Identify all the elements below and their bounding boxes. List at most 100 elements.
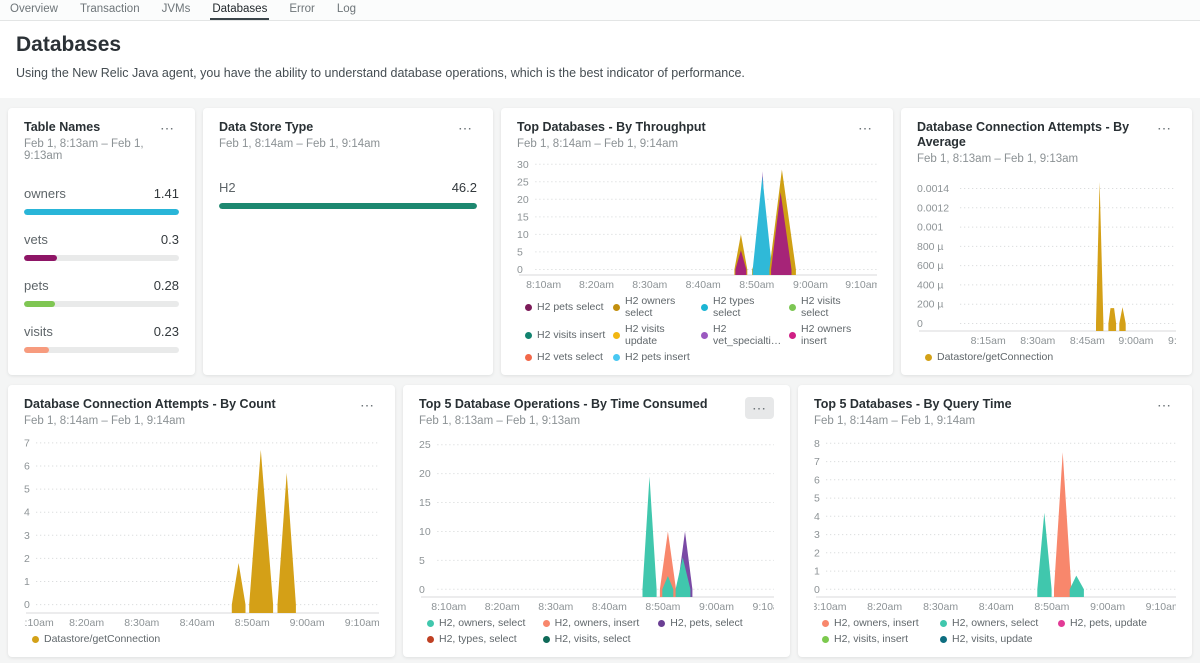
chart-legend: H2 pets select H2 owners select H2 types s… <box>517 295 877 363</box>
legend-item[interactable]: Datastore/getConnection <box>32 633 166 645</box>
svg-text:9:00am: 9:00am <box>1090 601 1125 613</box>
legend-dot-icon <box>940 636 947 643</box>
page-description: Using the New Relic Java agent, you have… <box>16 66 1184 80</box>
legend-label: Datastore/getConnection <box>44 633 160 645</box>
legend-dot-icon <box>789 332 796 339</box>
bar-track <box>24 301 179 307</box>
bar-value: 46.2 <box>452 180 477 195</box>
legend-dot-icon <box>940 620 947 627</box>
legend-dot-icon <box>525 354 532 361</box>
bar-list: H246.2 <box>219 180 477 209</box>
card-menu-icon[interactable]: ⋯ <box>854 120 877 136</box>
svg-text:8:50am: 8:50am <box>739 279 774 291</box>
card-top-databases-throughput: Top Databases - By Throughput Feb 1, 8:1… <box>501 108 893 375</box>
card-menu-icon[interactable]: ⋯ <box>156 120 179 136</box>
tab-overview[interactable]: Overview <box>8 0 60 20</box>
bar-track <box>24 209 179 215</box>
legend-item[interactable]: H2, owners, select <box>427 617 543 629</box>
legend-item[interactable]: H2 pets insert <box>613 351 701 363</box>
card-title: Top 5 Databases - By Query Time <box>814 397 1012 412</box>
svg-text:8:10am: 8:10am <box>526 279 561 291</box>
legend-item[interactable]: H2 owners select <box>613 295 701 319</box>
legend-item[interactable]: H2, visits, insert <box>822 633 940 645</box>
svg-text:8:40am: 8:40am <box>979 601 1014 613</box>
svg-text:5: 5 <box>814 493 820 505</box>
card-title: Database Connection Attempts - By Count <box>24 397 276 412</box>
card-time-range: Feb 1, 8:13am – Feb 1, 9:13am <box>917 153 1153 165</box>
legend-dot-icon <box>701 332 708 339</box>
legend-item[interactable]: H2, pets, update <box>1058 617 1176 629</box>
card-time-range: Feb 1, 8:14am – Feb 1, 9:14am <box>814 415 1012 427</box>
legend-label: H2 visits select <box>801 295 871 319</box>
svg-text:4: 4 <box>24 507 30 519</box>
card-title: Table Names <box>24 120 156 135</box>
svg-text:20: 20 <box>517 194 529 206</box>
bar-row-pets: pets 0.28 <box>24 278 179 307</box>
legend-item[interactable]: H2, owners, insert <box>822 617 940 629</box>
bar-track <box>219 203 477 209</box>
legend-label: H2 types select <box>713 295 783 319</box>
svg-text:15: 15 <box>517 211 529 223</box>
page-header: Databases Using the New Relic Java agent… <box>0 21 1200 98</box>
svg-text:8:10am: 8:10am <box>431 601 466 613</box>
legend-label: H2 owners select <box>625 295 695 319</box>
bar-track <box>24 255 179 261</box>
card-title: Data Store Type <box>219 120 380 135</box>
svg-text:8:20am: 8:20am <box>69 617 104 629</box>
card-menu-icon[interactable]: ⋯ <box>1153 397 1176 413</box>
tab-transaction[interactable]: Transaction <box>78 0 142 20</box>
svg-text:2: 2 <box>814 547 820 559</box>
svg-text:3: 3 <box>814 529 820 541</box>
bar-fill <box>24 347 49 353</box>
legend-item[interactable]: H2, pets, select <box>658 617 774 629</box>
tab-error[interactable]: Error <box>287 0 317 20</box>
legend-item[interactable]: H2, visits, update <box>940 633 1058 645</box>
legend-item[interactable]: H2 visits select <box>789 295 877 319</box>
legend-dot-icon <box>658 620 665 627</box>
card-data-store-type: Data Store Type Feb 1, 8:14am – Feb 1, 9… <box>203 108 493 375</box>
svg-text:2: 2 <box>24 553 30 565</box>
svg-text:8:10am: 8:10am <box>24 617 54 629</box>
svg-text:8:40am: 8:40am <box>592 601 627 613</box>
legend-label: H2, owners, insert <box>834 617 919 629</box>
svg-text:8:30am: 8:30am <box>923 601 958 613</box>
legend-item[interactable]: H2, types, select <box>427 633 543 645</box>
page-title: Databases <box>16 33 1184 57</box>
legend-item[interactable]: H2 visits insert <box>525 323 613 347</box>
legend-item[interactable]: H2 visits update <box>613 323 701 347</box>
legend-item[interactable]: H2, owners, insert <box>543 617 659 629</box>
svg-text:9:00am: 9:00am <box>290 617 325 629</box>
bar-label: pets <box>24 278 49 293</box>
svg-text:400 µ: 400 µ <box>917 279 944 291</box>
legend-item[interactable]: H2 pets select <box>525 295 613 319</box>
legend-dot-icon <box>613 354 620 361</box>
svg-text:5: 5 <box>419 555 425 567</box>
legend-label: H2, visits, select <box>555 633 631 645</box>
svg-text:4: 4 <box>814 511 820 523</box>
tab-databases[interactable]: Databases <box>210 0 269 20</box>
legend-item[interactable]: Datastore/getConnection <box>925 351 1059 363</box>
legend-label: H2, owners, select <box>952 617 1038 629</box>
svg-text:10: 10 <box>419 526 431 538</box>
legend-dot-icon <box>822 620 829 627</box>
card-menu-icon[interactable]: ⋯ <box>745 397 774 419</box>
connection-average-area-chart: 0200 µ400 µ600 µ800 µ0.0010.00120.00148:… <box>917 167 1176 348</box>
tab-log[interactable]: Log <box>335 0 358 20</box>
card-title: Database Connection Attempts - By Averag… <box>917 120 1153 150</box>
legend-item[interactable]: H2 vet_specialti… <box>701 323 789 347</box>
legend-item[interactable]: H2, owners, select <box>940 617 1058 629</box>
legend-label: H2 owners insert <box>801 323 871 347</box>
card-menu-icon[interactable]: ⋯ <box>356 397 379 413</box>
bar-value: 0.28 <box>154 278 179 293</box>
legend-item[interactable]: H2 types select <box>701 295 789 319</box>
legend-item[interactable]: H2 owners insert <box>789 323 877 347</box>
svg-text:8:40am: 8:40am <box>180 617 215 629</box>
card-menu-icon[interactable]: ⋯ <box>454 120 477 136</box>
card-menu-icon[interactable]: ⋯ <box>1153 120 1176 136</box>
legend-item[interactable]: H2, visits, select <box>543 633 659 645</box>
tab-jvms[interactable]: JVMs <box>160 0 193 20</box>
svg-text:8:40am: 8:40am <box>686 279 721 291</box>
time-consumed-area-chart: 05101520258:10am8:20am8:30am8:40am8:50am… <box>419 429 774 614</box>
legend-item[interactable]: H2 vets select <box>525 351 613 363</box>
legend-label: H2 pets insert <box>625 351 690 363</box>
